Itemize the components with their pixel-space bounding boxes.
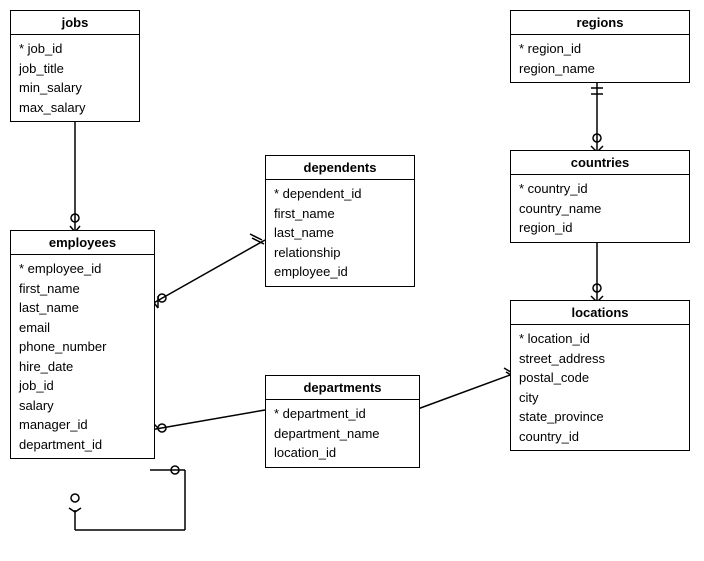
field: country_name bbox=[519, 199, 681, 219]
field: region_id bbox=[519, 218, 681, 238]
field: job_id bbox=[19, 376, 146, 396]
entity-dependents-body: * dependent_id first_name last_name rela… bbox=[266, 180, 414, 286]
field: first_name bbox=[274, 204, 406, 224]
field: region_name bbox=[519, 59, 681, 79]
field: relationship bbox=[274, 243, 406, 263]
field: max_salary bbox=[19, 98, 131, 118]
entity-jobs: jobs * job_id job_title min_salary max_s… bbox=[10, 10, 140, 122]
entity-locations-title: locations bbox=[511, 301, 689, 325]
entity-locations-body: * location_id street_address postal_code… bbox=[511, 325, 689, 450]
er-diagram: jobs * job_id job_title min_salary max_s… bbox=[0, 0, 704, 561]
field: location_id bbox=[274, 443, 411, 463]
field: * department_id bbox=[274, 404, 411, 424]
field: country_id bbox=[519, 427, 681, 447]
field: first_name bbox=[19, 279, 146, 299]
field: employee_id bbox=[274, 262, 406, 282]
field: street_address bbox=[519, 349, 681, 369]
field: * location_id bbox=[519, 329, 681, 349]
field: city bbox=[519, 388, 681, 408]
entity-departments-body: * department_id department_name location… bbox=[266, 400, 419, 467]
field: state_province bbox=[519, 407, 681, 427]
field: hire_date bbox=[19, 357, 146, 377]
entity-employees: employees * employee_id first_name last_… bbox=[10, 230, 155, 459]
field: email bbox=[19, 318, 146, 338]
field: department_name bbox=[274, 424, 411, 444]
field: min_salary bbox=[19, 78, 131, 98]
entity-regions-title: regions bbox=[511, 11, 689, 35]
field: salary bbox=[19, 396, 146, 416]
field: job_title bbox=[19, 59, 131, 79]
entity-jobs-body: * job_id job_title min_salary max_salary bbox=[11, 35, 139, 121]
field: department_id bbox=[19, 435, 146, 455]
field: * employee_id bbox=[19, 259, 146, 279]
field: postal_code bbox=[519, 368, 681, 388]
entity-employees-title: employees bbox=[11, 231, 154, 255]
entity-countries: countries * country_id country_name regi… bbox=[510, 150, 690, 243]
entity-regions-body: * region_id region_name bbox=[511, 35, 689, 82]
entity-departments: departments * department_id department_n… bbox=[265, 375, 420, 468]
field: manager_id bbox=[19, 415, 146, 435]
entity-dependents: dependents * dependent_id first_name las… bbox=[265, 155, 415, 287]
field: * region_id bbox=[519, 39, 681, 59]
entity-employees-body: * employee_id first_name last_name email… bbox=[11, 255, 154, 458]
entity-regions: regions * region_id region_name bbox=[510, 10, 690, 83]
entity-countries-title: countries bbox=[511, 151, 689, 175]
field: phone_number bbox=[19, 337, 146, 357]
field: last_name bbox=[274, 223, 406, 243]
field: * dependent_id bbox=[274, 184, 406, 204]
field: last_name bbox=[19, 298, 146, 318]
entity-dependents-title: dependents bbox=[266, 156, 414, 180]
field: * job_id bbox=[19, 39, 131, 59]
entity-jobs-title: jobs bbox=[11, 11, 139, 35]
field: * country_id bbox=[519, 179, 681, 199]
entity-locations: locations * location_id street_address p… bbox=[510, 300, 690, 451]
entity-departments-title: departments bbox=[266, 376, 419, 400]
entity-countries-body: * country_id country_name region_id bbox=[511, 175, 689, 242]
